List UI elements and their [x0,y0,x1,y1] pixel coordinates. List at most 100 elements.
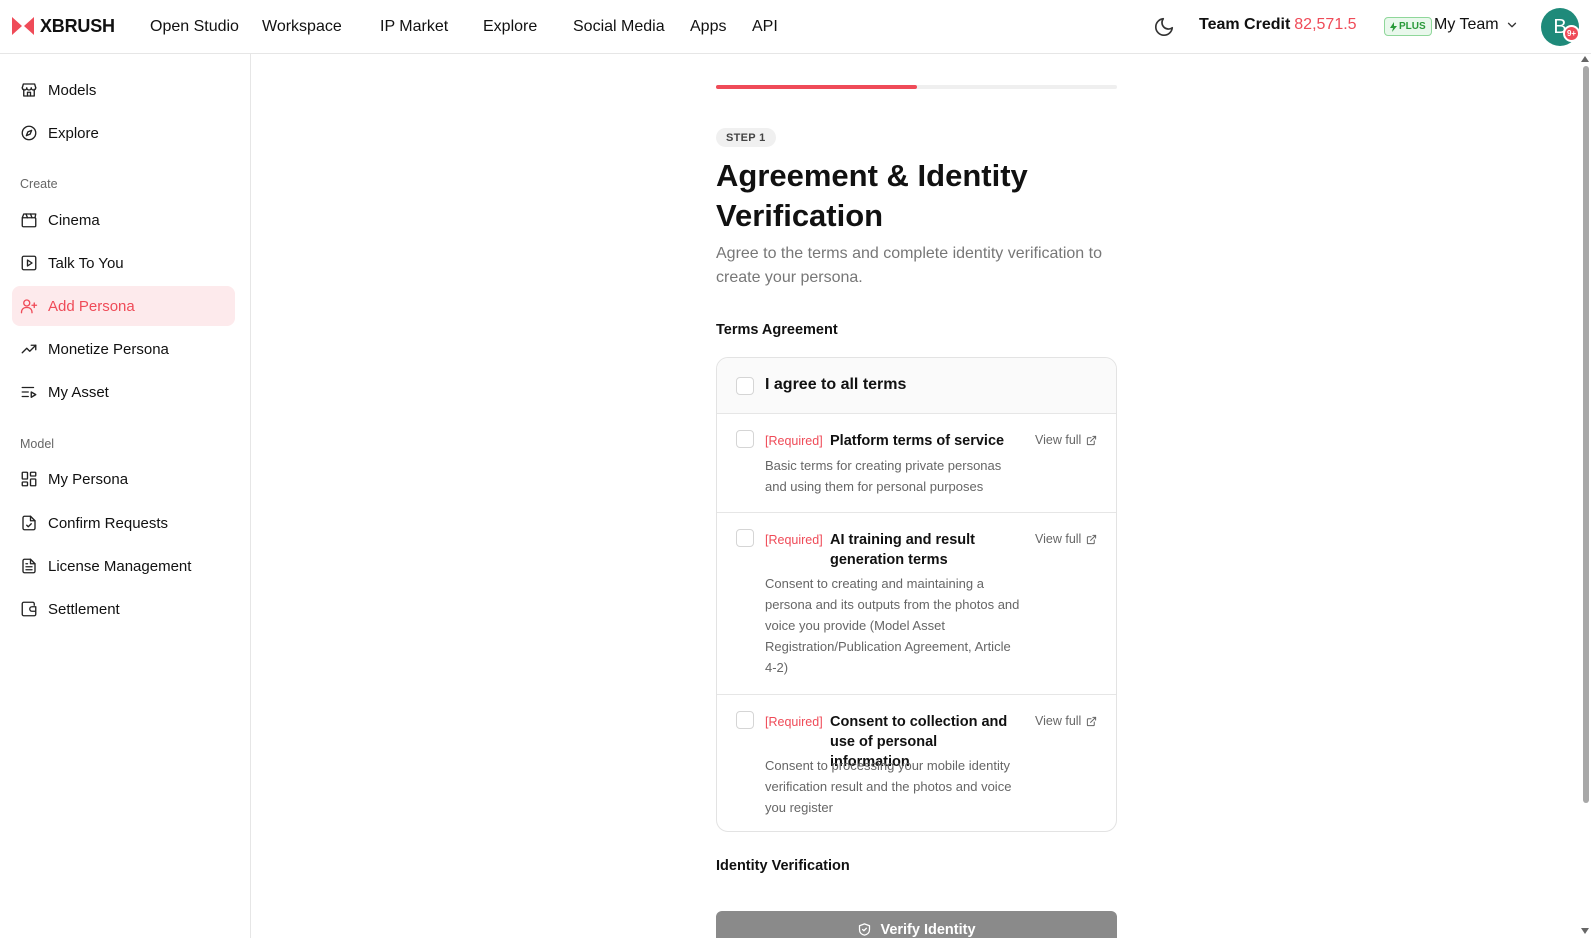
team-selector[interactable]: My Team [1434,16,1519,34]
store-icon [21,83,37,97]
view-full-link[interactable]: View full [1035,714,1097,728]
sidebar-item-label: Cinema [48,211,100,229]
team-credit: Team Credit 82,571.5 [1199,16,1357,34]
layout-grid-icon [21,471,37,487]
sidebar-item-label: My Asset [48,383,109,401]
step-progress-fill [716,85,917,89]
step-progress-bar [716,85,1117,89]
sidebar: Models Explore Create Cinema Talk To You… [0,54,251,938]
nav-workspace[interactable]: Workspace [262,18,342,36]
verify-identity-label: Verify Identity [880,921,976,938]
external-link-icon [1087,534,1097,544]
compass-icon [21,125,37,141]
sidebar-item-cinema[interactable]: Cinema [12,200,235,240]
term-checkbox-platform-tos[interactable] [736,430,754,448]
play-square-icon [21,255,37,271]
sidebar-item-models[interactable]: Models [12,70,235,110]
required-tag: [Required] [765,715,823,729]
sidebar-item-settlement[interactable]: Settlement [12,589,235,629]
sidebar-item-talk-to-you[interactable]: Talk To You [12,243,235,283]
nav-explore[interactable]: Explore [483,18,537,36]
file-text-icon [22,558,36,574]
term-checkbox-ai-training[interactable] [736,529,754,547]
view-full-label: View full [1035,714,1082,728]
step-badge: STEP 1 [716,128,776,147]
sidebar-item-label: Talk To You [48,254,124,272]
scroll-down-arrow-icon[interactable] [1581,928,1589,934]
term-row-ai-training: [Required] AI training and result genera… [717,513,1116,695]
terms-agreement-heading: Terms Agreement [716,322,838,338]
notification-badge: 9+ [1563,25,1580,42]
agree-all-row[interactable]: I agree to all terms [717,358,1116,414]
team-credit-label: Team Credit [1199,16,1291,33]
page-subtitle: Agree to the terms and complete identity… [716,245,1102,286]
sidebar-item-add-persona[interactable]: Add Persona [12,286,235,326]
term-description: Basic terms for creating private persona… [765,458,1002,494]
page-title: Agreement & Identity Verification [716,158,1028,233]
logo-text: XBRUSH [40,15,115,36]
sidebar-section-model: Model [20,437,55,451]
external-link-icon [1087,435,1097,445]
sidebar-item-confirm-requests[interactable]: Confirm Requests [12,503,235,543]
logo[interactable]: XBRUSH [12,15,115,37]
required-tag: [Required] [765,434,823,448]
term-checkbox-personal-info[interactable] [736,711,754,729]
term-row-platform-tos: [Required] Platform terms of service Vie… [717,414,1116,513]
sidebar-item-my-persona[interactable]: My Persona [12,459,235,499]
sidebar-item-label: License Management [48,557,192,575]
view-full-label: View full [1035,433,1082,447]
sidebar-item-label: My Persona [48,470,129,488]
file-check-icon [22,515,36,531]
scroll-up-arrow-icon[interactable] [1581,56,1589,62]
page-scrollbar[interactable] [1580,54,1591,938]
sidebar-item-label: Monetize Persona [48,340,169,358]
external-link-icon [1087,716,1097,726]
wallet-icon [21,601,37,617]
sidebar-item-my-asset[interactable]: My Asset [12,372,235,412]
plan-badge-text: PLUS [1399,21,1426,32]
agree-all-label: I agree to all terms [765,376,907,393]
plus-plan-badge: PLUS [1384,17,1432,36]
scrollbar-thumb[interactable] [1583,66,1589,803]
identity-verification-heading: Identity Verification [716,858,850,874]
app-root: XBRUSH Open Studio Workspace IP Market E… [0,0,1591,938]
team-credit-value: 82,571.5 [1294,16,1357,33]
user-plus-icon [20,299,38,314]
term-description: Consent to processing your mobile identi… [765,758,1012,815]
agree-all-checkbox[interactable] [736,377,754,395]
sidebar-item-monetize-persona[interactable]: Monetize Persona [12,329,235,369]
term-description: Consent to creating and maintaining a pe… [765,576,1020,675]
clapperboard-icon [21,213,37,228]
notification-count: 9+ [1566,29,1577,38]
view-full-link[interactable]: View full [1035,433,1097,447]
sidebar-item-label: Confirm Requests [48,514,169,532]
nav-api[interactable]: API [752,18,778,36]
shield-check-icon [859,923,871,936]
nav-apps[interactable]: Apps [690,18,726,36]
term-title: AI training and result generation terms [830,532,976,568]
xbrush-logo-icon [12,17,34,35]
term-title: Platform terms of service [830,433,1005,449]
sidebar-item-license-management[interactable]: License Management [12,546,235,586]
main-content: STEP 1 Agreement & Identity Verification… [251,54,1591,938]
dark-mode-moon-icon[interactable] [1153,16,1175,38]
team-name: My Team [1434,16,1499,33]
view-full-link[interactable]: View full [1035,532,1097,546]
sidebar-section-create: Create [20,177,58,191]
list-video-icon [21,386,37,398]
lightning-icon [1390,21,1397,32]
sidebar-item-explore[interactable]: Explore [12,113,235,153]
trending-up-icon [21,344,37,354]
sidebar-item-label: Settlement [48,600,120,618]
nav-ip-market[interactable]: IP Market [380,18,448,36]
nav-open-studio[interactable]: Open Studio [150,18,239,36]
verify-identity-button[interactable]: Verify Identity [716,911,1117,938]
sidebar-item-label: Models [48,81,97,99]
sidebar-item-label: Explore [48,124,99,142]
sidebar-item-label: Add Persona [48,297,135,315]
required-tag: [Required] [765,533,823,547]
terms-agreement-box: I agree to all terms [Required] Platform… [716,357,1117,832]
chevron-down-icon [1507,22,1516,28]
top-bar: XBRUSH Open Studio Workspace IP Market E… [0,0,1591,54]
nav-social-media[interactable]: Social Media [573,18,665,36]
